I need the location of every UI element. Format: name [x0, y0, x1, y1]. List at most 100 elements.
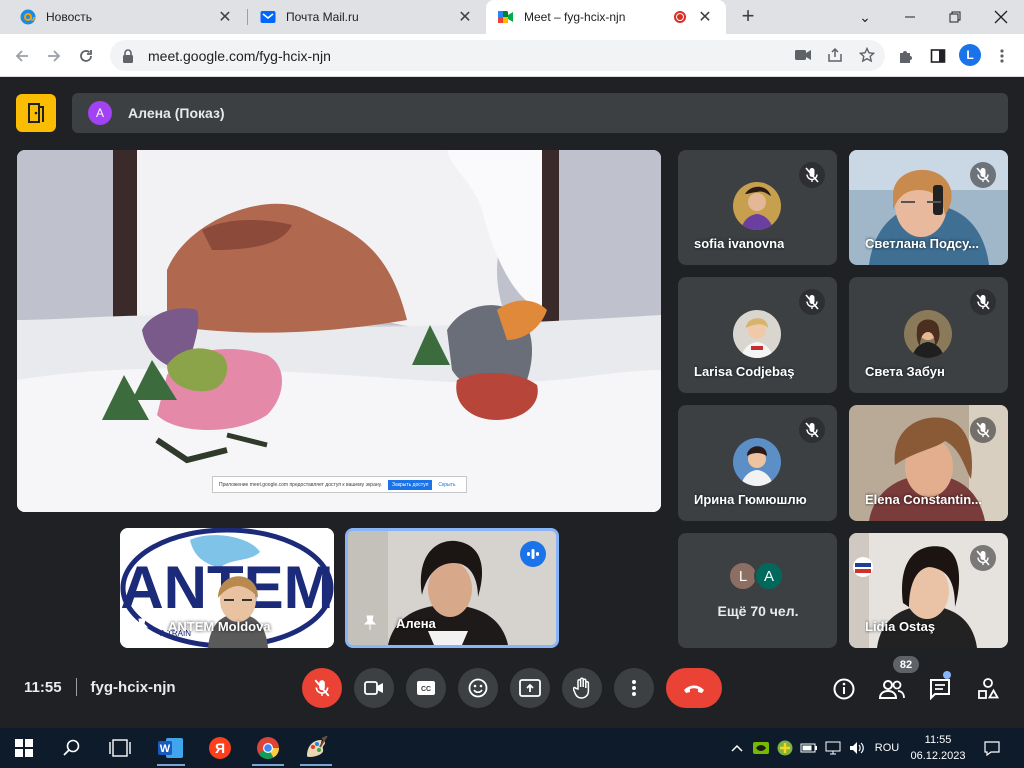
restore-button[interactable]: [942, 4, 968, 30]
reactions-button[interactable]: [458, 668, 498, 708]
tab-meet[interactable]: Meet – fyg-hcix-njn ✕: [486, 0, 726, 34]
more-avatars: L A: [728, 561, 784, 591]
meeting-details-button[interactable]: [831, 676, 857, 702]
search-icon[interactable]: [58, 734, 86, 762]
yandex-browser-icon[interactable]: Я: [206, 734, 234, 762]
participant-tile[interactable]: Ирина Гюмюшлю: [678, 405, 837, 521]
pinned-tile[interactable]: ANTEM A TRAIN ANTEM Moldova: [120, 528, 334, 648]
camera-toggle-button[interactable]: [354, 668, 394, 708]
recording-indicator-icon: [674, 11, 686, 23]
hide-banner-link[interactable]: Скрыть: [438, 482, 455, 488]
volume-icon[interactable]: [848, 740, 866, 756]
stop-sharing-button[interactable]: Закрыть доступ: [388, 479, 433, 490]
task-view-icon[interactable]: [106, 734, 134, 762]
activities-shapes-icon: [978, 678, 999, 699]
leave-call-button[interactable]: [666, 668, 722, 708]
pin-icon[interactable]: [134, 618, 150, 634]
profile-avatar[interactable]: L: [959, 44, 981, 66]
pin-icon[interactable]: [362, 615, 378, 631]
raise-hand-button[interactable]: [562, 668, 602, 708]
participant-tile[interactable]: Larisa Codjebaş: [678, 277, 837, 393]
active-app-underline: [157, 764, 185, 766]
participant-tile[interactable]: Светлана Подсу...: [849, 150, 1008, 265]
more-participants-label: Ещё 70 чел.: [717, 603, 799, 619]
system-clock[interactable]: 11:55 06.12.2023: [906, 732, 970, 764]
active-app-underline: [300, 764, 332, 766]
word-app-icon[interactable]: W: [157, 734, 185, 762]
nvidia-tray-icon[interactable]: [752, 740, 770, 756]
chat-button[interactable]: [927, 676, 953, 702]
share-banner-text: Приложение meet.google.com предоставляет…: [219, 481, 383, 488]
captions-button[interactable]: CC: [406, 668, 446, 708]
show-hidden-icons-chevron-icon[interactable]: [728, 740, 746, 756]
tab-mail[interactable]: Почта Mail.ru ✕: [248, 0, 486, 34]
bookmark-star-icon[interactable]: [857, 45, 877, 65]
participant-tile[interactable]: Света Забун: [849, 277, 1008, 393]
chrome-app-icon[interactable]: [254, 734, 282, 762]
minimize-button[interactable]: [897, 4, 923, 30]
lock-icon[interactable]: [122, 48, 136, 63]
extensions-puzzle-icon[interactable]: [896, 46, 916, 66]
kebab-menu-icon[interactable]: [992, 46, 1012, 66]
participant-avatar: [733, 438, 781, 486]
pinned-tile-active-speaker[interactable]: Алена: [345, 528, 559, 648]
info-icon: [833, 678, 855, 700]
participant-name: sofia ivanovna: [694, 236, 785, 251]
share-icon[interactable]: [825, 45, 845, 65]
mic-off-icon: [970, 545, 996, 571]
reload-icon[interactable]: [74, 44, 98, 68]
close-window-button[interactable]: [988, 4, 1014, 30]
present-screen-button[interactable]: [510, 668, 550, 708]
camera-in-use-icon[interactable]: [793, 45, 813, 65]
close-tab-icon[interactable]: ✕: [456, 8, 474, 26]
new-tab-button[interactable]: +: [736, 5, 760, 28]
participant-name: Светлана Подсу...: [865, 236, 979, 251]
mic-toggle-button[interactable]: [302, 668, 342, 708]
mail-envelope-icon: [260, 9, 276, 25]
presenter-avatar: A: [88, 101, 112, 125]
more-participants-tile[interactable]: L A Ещё 70 чел.: [678, 533, 837, 648]
mic-off-icon: [799, 417, 825, 443]
participant-tile[interactable]: sofia ivanovna: [678, 150, 837, 265]
back-arrow-icon[interactable]: [10, 44, 34, 68]
presenter-bar: A Алена (Показ): [72, 93, 1008, 133]
participant-count-badge: 82: [893, 656, 919, 673]
tab-search-icon[interactable]: ⌄: [852, 4, 878, 30]
close-tab-icon[interactable]: ✕: [216, 8, 234, 26]
network-icon[interactable]: [824, 740, 842, 756]
participant-avatar: A: [754, 561, 784, 591]
side-panel-icon[interactable]: [928, 46, 948, 66]
mic-off-icon: [799, 162, 825, 188]
mic-off-icon: [314, 679, 330, 697]
participant-tile[interactable]: Elena Constantin...: [849, 405, 1008, 521]
presenter-name: Алена (Показ): [128, 105, 225, 121]
emoji-icon: [468, 678, 488, 698]
tab-news[interactable]: Новость ✕: [8, 0, 246, 34]
more-vert-icon: [632, 680, 636, 696]
people-button[interactable]: [879, 676, 905, 702]
participant-avatar: [733, 182, 781, 230]
activities-button[interactable]: [975, 676, 1001, 702]
paint-app-icon[interactable]: [302, 734, 330, 762]
presentation-stage[interactable]: Приложение meet.google.com предоставляет…: [17, 150, 661, 512]
hand-icon: [573, 677, 590, 699]
meeting-time: 11:55: [24, 678, 62, 696]
divider: [75, 678, 77, 696]
system-time: 11:55: [924, 734, 952, 746]
input-language-indicator[interactable]: ROU: [870, 740, 904, 756]
battery-icon[interactable]: [800, 740, 818, 756]
game-bar-tray-icon[interactable]: [776, 740, 794, 756]
presentation-layout-button[interactable]: [16, 94, 56, 132]
mic-off-icon: [970, 289, 996, 315]
chat-icon: [930, 679, 950, 700]
browser-toolbar: meet.google.com/fyg-hcix-njn L: [0, 34, 1024, 77]
windows-start-icon[interactable]: [10, 734, 38, 762]
notifications-icon[interactable]: [982, 740, 1002, 756]
close-tab-icon[interactable]: ✕: [696, 8, 714, 26]
participant-tile[interactable]: Lidia Ostaş: [849, 533, 1008, 648]
forward-arrow-icon[interactable]: [42, 44, 66, 68]
address-bar[interactable]: meet.google.com/fyg-hcix-njn: [110, 40, 885, 71]
meet-window: A Алена (Показ) Приложение meet.google.c…: [0, 78, 1024, 728]
more-options-button[interactable]: [614, 668, 654, 708]
meeting-code: fyg-hcix-njn: [90, 678, 176, 696]
